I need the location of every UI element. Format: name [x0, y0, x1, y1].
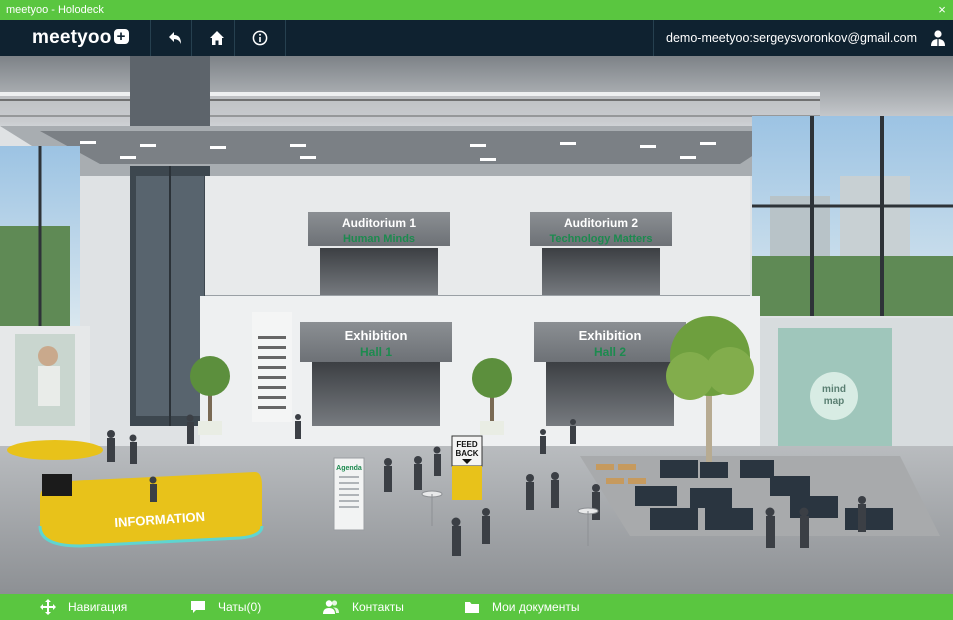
- meetyoo-logo[interactable]: meetyoo +: [32, 24, 129, 52]
- auditorium-1-title: Auditorium 1: [342, 216, 416, 230]
- agenda-stand[interactable]: Agenda: [333, 457, 365, 531]
- chats-label: Чаты(0): [218, 600, 262, 614]
- agenda-label: Agenda: [336, 465, 362, 472]
- holodeck-3d-scene[interactable]: Auditorium 1 Human Minds Auditorium 2 Te…: [0, 56, 953, 594]
- contacts-label: Контакты: [352, 600, 404, 614]
- my-documents-button[interactable]: Мои документы: [464, 594, 579, 620]
- logo-plus-icon: +: [113, 29, 129, 44]
- home-icon: [210, 31, 224, 45]
- top-navigation-bar: meetyoo + demo-meetyoo:sergeysvoronkov@gm…: [0, 20, 953, 56]
- feedback-box[interactable]: FEED BACK: [451, 435, 483, 500]
- feedback-line1: FEED: [456, 440, 478, 449]
- exhibition-hall-1-entrance[interactable]: Exhibition Hall 1: [300, 322, 452, 426]
- info-icon: [252, 30, 268, 46]
- app-window: meetyoo - Holodeck × meetyoo + demo-meety…: [0, 0, 953, 620]
- contacts-icon: [323, 600, 339, 614]
- auditorium-2-subtitle: Technology Matters: [549, 233, 652, 245]
- documents-icon: [465, 602, 479, 613]
- user-email: demo-meetyoo:sergeysvoronkov@gmail.com: [653, 20, 917, 56]
- mindmap-label-line1: mind: [822, 384, 846, 395]
- exhibition-hall-2-entrance[interactable]: Exhibition Hall 2: [534, 322, 686, 426]
- mindmap-label-line2: map: [824, 396, 845, 407]
- chats-button[interactable]: Чаты(0): [190, 594, 261, 620]
- auditorium-1-entrance[interactable]: Auditorium 1 Human Minds: [308, 212, 450, 296]
- window-titlebar: meetyoo - Holodeck ×: [0, 0, 953, 20]
- exhibition-2-title: Exhibition: [579, 328, 642, 343]
- auditorium-2-entrance[interactable]: Auditorium 2 Technology Matters: [530, 212, 672, 296]
- information-desk[interactable]: INFORMATION: [38, 472, 264, 548]
- yellow-lounge[interactable]: [7, 440, 103, 460]
- exhibition-1-title: Exhibition: [345, 328, 408, 343]
- navigation-label: Навигация: [68, 600, 128, 614]
- info-button[interactable]: [234, 20, 286, 56]
- contacts-button[interactable]: Контакты: [322, 594, 404, 620]
- user-icon[interactable]: [929, 29, 947, 47]
- auditorium-1-subtitle: Human Minds: [343, 233, 415, 245]
- exhibition-2-subtitle: Hall 2: [594, 345, 626, 359]
- back-arrow-icon: [169, 32, 181, 44]
- navigation-icon: [40, 599, 56, 615]
- my-documents-label: Мои документы: [492, 600, 580, 614]
- chat-icon: [191, 601, 205, 613]
- feedback-line2: BACK: [455, 449, 478, 458]
- bottom-toolbar: Навигация Чаты(0) Контакты Мои документы: [0, 594, 953, 620]
- close-icon[interactable]: ×: [935, 0, 949, 20]
- navigation-button[interactable]: Навигация: [40, 594, 127, 620]
- auditorium-2-title: Auditorium 2: [564, 216, 638, 230]
- exhibition-1-subtitle: Hall 1: [360, 345, 392, 359]
- window-title: meetyoo - Holodeck: [6, 4, 104, 16]
- logo-text: meetyoo: [32, 27, 112, 48]
